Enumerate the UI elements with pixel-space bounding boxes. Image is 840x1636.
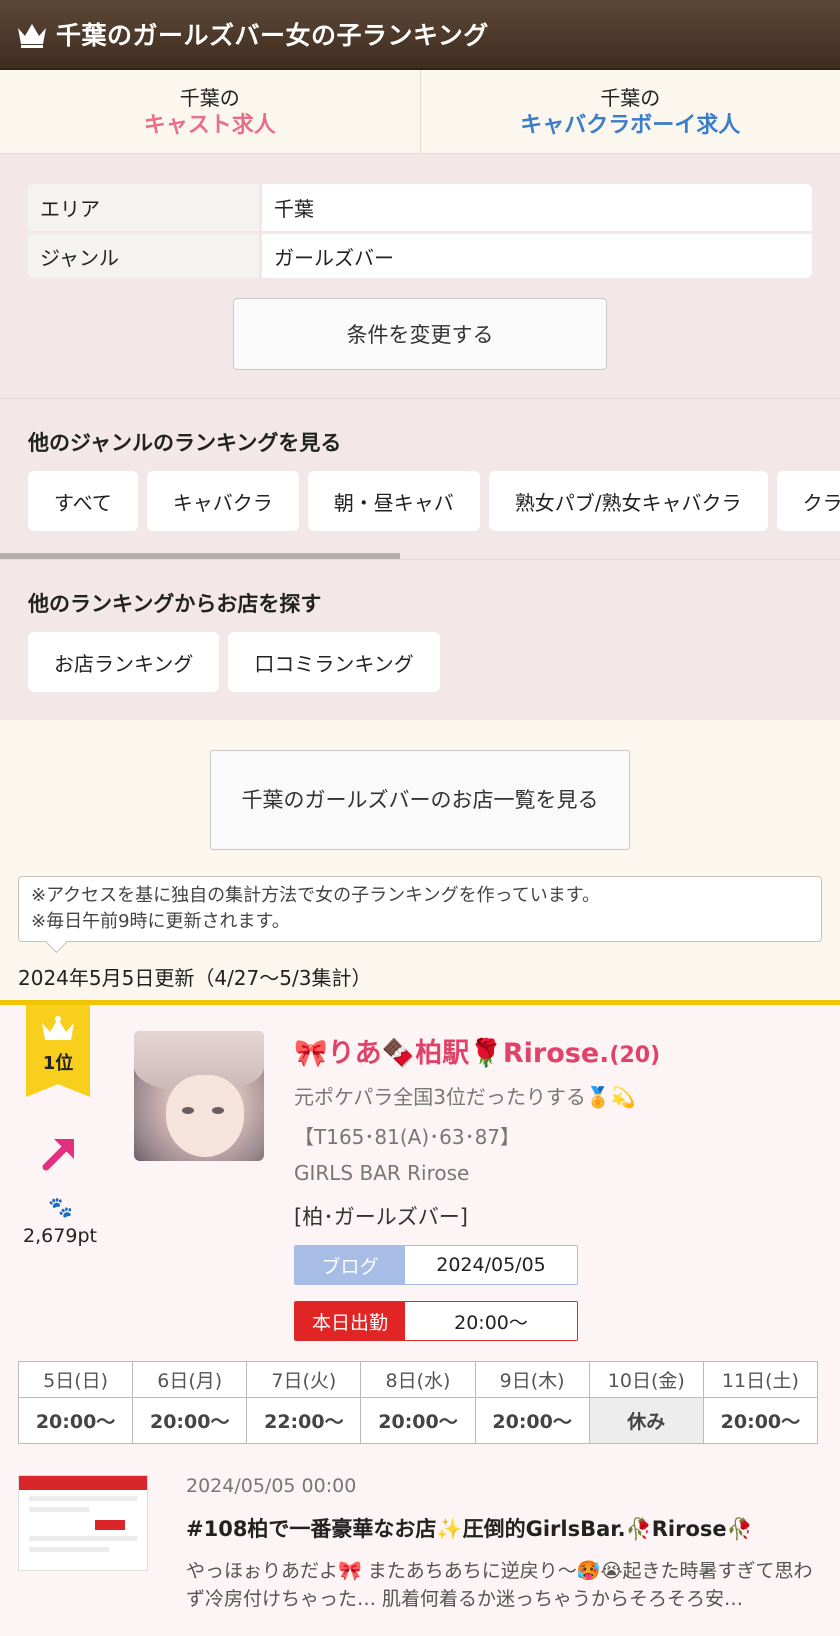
blog-info[interactable]: ブログ 2024/05/05 [294, 1245, 578, 1285]
shop-ranking-button[interactable]: お店ランキング [28, 632, 220, 692]
filter-table: エリア 千葉 ジャンル ガールズバー [28, 184, 812, 278]
cast-spec: 【T165･81(A)･63･87】 [294, 1125, 521, 1149]
post-excerpt: やっほぉりあだよ🎀 またあちあちに逆戻り〜🥵😭起きた時暑すぎて思わず冷房付けちゃ… [186, 1560, 813, 1610]
rank-ribbon: 1位 [26, 1005, 90, 1097]
cast-catchphrase: 元ポケパラ全国3位だったりする🏅💫 [294, 1085, 636, 1109]
review-ranking-button[interactable]: 口コミランキング [228, 632, 440, 692]
cast-age: (20) [609, 1043, 661, 1068]
tab-line1: 千葉の [600, 85, 661, 110]
blog-date: 2024/05/05 [405, 1246, 577, 1284]
schedule-day: 10日(金) [588, 1361, 704, 1398]
post-date: 2024/05/05 00:00 [186, 1475, 357, 1497]
schedule-time: 20:00〜 [360, 1397, 476, 1444]
genre-chip-list: すべて キャバクラ 朝・昼キャバ 熟女パブ/熟女キャバクラ クラ [28, 471, 840, 553]
schedule-day: 6日(月) [132, 1361, 248, 1398]
job-tabs: 千葉の キャスト求人 千葉の キャバクラボーイ求人 [0, 70, 840, 154]
cast-name-text: 🎀りあ🍫柏駅🌹Rirose. [294, 1038, 610, 1069]
schedule-time: 20:00〜 [474, 1397, 590, 1444]
filter-row-area: エリア 千葉 [28, 184, 812, 231]
filter-value: 千葉 [274, 197, 314, 221]
crown-icon [42, 1016, 74, 1040]
note-line: ※毎日午前9時に更新されます。 [31, 911, 290, 932]
schedule-time: 20:00〜 [17, 1397, 134, 1444]
today-work-info: 本日出勤 20:00〜 [294, 1301, 578, 1341]
filter-row-genre: ジャンル ガールズバー [28, 231, 812, 278]
ranking-note: ※アクセスを基に独自の集計方法で女の子ランキングを作っています。 ※毎日午前9時… [18, 876, 822, 942]
work-time: 20:00〜 [405, 1302, 577, 1340]
tab-boy-jobs[interactable]: 千葉の キャバクラボーイ求人 [419, 70, 840, 153]
blog-label: ブログ [295, 1246, 405, 1284]
cast-name[interactable]: 🎀りあ🍫柏駅🌹Rirose.(20) [294, 1031, 660, 1070]
ranking-item: 1位 🐾 2,679pt 🎀りあ🍫柏駅🌹Rirose.(20) 元ポケパラ全国3… [0, 1000, 840, 1636]
schedule-time: 20:00〜 [702, 1397, 819, 1444]
schedule-time: 休み [588, 1397, 704, 1444]
arrow-up-right-icon [42, 1139, 74, 1171]
crown-icon [18, 24, 46, 48]
schedule-day: 9日(木) [474, 1361, 590, 1398]
schedule-time: 20:00〜 [132, 1397, 248, 1444]
schedule-day: 7日(火) [246, 1361, 362, 1398]
note-line: ※アクセスを基に独自の集計方法で女の子ランキングを作っています。 [31, 885, 600, 906]
post-title[interactable]: #108柏で一番豪華なお店✨圧倒的GirlsBar.🥀Rirose🥀 [186, 1513, 753, 1543]
filter-panel: エリア 千葉 ジャンル ガールズバー 条件を変更する [0, 154, 840, 398]
post-thumbnail[interactable] [18, 1475, 148, 1571]
other-ranking-section: 他のランキングからお店を探す お店ランキング 口コミランキング [0, 559, 840, 720]
ranking-chip-list: お店ランキング 口コミランキング [28, 632, 840, 692]
filter-key: ジャンル [28, 234, 262, 278]
page-title: 千葉のガールズバー女の子ランキング [56, 21, 489, 50]
rank-label: 1位 [42, 1053, 74, 1074]
genre-chip[interactable]: すべて [28, 471, 138, 531]
tab-line2: キャスト求人 [143, 112, 276, 138]
change-conditions-button[interactable]: 条件を変更する [233, 298, 607, 370]
section-title: 他のジャンルのランキングを見る [28, 431, 342, 455]
page-header: 千葉のガールズバー女の子ランキング [0, 0, 840, 70]
cast-photo[interactable] [134, 1031, 264, 1161]
ranking-points: 2,679pt [23, 1225, 97, 1247]
genre-ranking-section: 他のジャンルのランキングを見る すべて キャバクラ 朝・昼キャバ 熟女パブ/熟女… [0, 398, 840, 559]
filter-value: ガールズバー [274, 245, 394, 270]
shop-area: [柏･ガールズバー] [294, 1205, 468, 1229]
shop-name[interactable]: GIRLS BAR Rirose [294, 1161, 469, 1185]
tab-line1: 千葉の [179, 85, 240, 110]
genre-chip[interactable]: 熟女パブ/熟女キャバクラ [488, 471, 768, 531]
schedule-day: 11日(土) [702, 1361, 819, 1398]
schedule-day: 8日(水) [360, 1361, 476, 1398]
schedule-time: 22:00〜 [246, 1397, 362, 1444]
genre-chip[interactable]: 朝・昼キャバ [307, 471, 480, 531]
work-label: 本日出勤 [295, 1302, 405, 1340]
genre-chip[interactable]: キャバクラ [146, 471, 299, 531]
filter-key: エリア [28, 184, 262, 231]
tab-cast-jobs[interactable]: 千葉の キャスト求人 [0, 70, 420, 153]
shop-list-area: 千葉のガールズバーのお店一覧を見る [0, 720, 840, 876]
genre-chip[interactable]: クラ [776, 471, 840, 531]
tab-line2: キャバクラボーイ求人 [520, 112, 741, 138]
schedule-table: 5日(日) 6日(月) 7日(火) 8日(水) 9日(木) 10日(金) 11日… [17, 1361, 819, 1444]
updated-date: 2024年5月5日更新（4/27〜5/3集計） [18, 966, 372, 990]
schedule-day: 5日(日) [17, 1361, 134, 1398]
section-title: 他のランキングからお店を探す [28, 592, 322, 616]
shop-list-button[interactable]: 千葉のガールズバーのお店一覧を見る [210, 750, 630, 850]
paw-icon: 🐾 [48, 1195, 73, 1219]
